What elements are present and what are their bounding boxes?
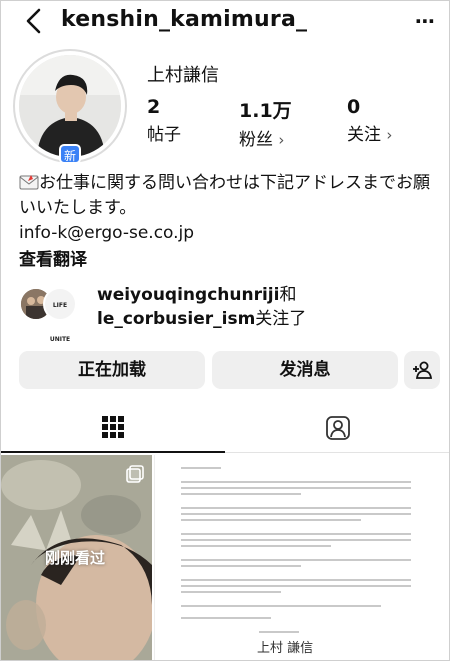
letter-line [181, 487, 411, 489]
grid-icon [102, 416, 124, 438]
following-count: 0 [347, 96, 361, 118]
top-bar: kenshin_kamimura_ ⋯ [1, 1, 449, 41]
letter-line [181, 493, 301, 495]
letter-line [181, 513, 411, 515]
profile-avatar[interactable] [19, 55, 121, 157]
letter-line [181, 591, 281, 593]
followers-count: 1.1万 [239, 100, 292, 122]
mutual-follower-avatar-2: LIFE UNITE [43, 287, 77, 343]
just-viewed-label: 刚刚看过 [45, 549, 106, 567]
letter-line [181, 481, 411, 483]
tagged-person-icon [326, 416, 350, 440]
message-button[interactable]: 发消息 [212, 351, 398, 389]
letter-line [181, 617, 271, 619]
letter-line [181, 579, 411, 581]
profile-tabs [1, 401, 449, 453]
following-chevron-icon: › [386, 126, 393, 144]
posts-label: 帖子 [147, 125, 181, 145]
letter-line [181, 467, 221, 469]
letter-line [181, 545, 331, 547]
post-thumbnail-1[interactable]: 刚刚看过 [1, 455, 152, 660]
letter-line [181, 533, 411, 535]
add-user-icon [413, 361, 433, 379]
post-thumbnail-2[interactable]: 上村 謙信 [154, 455, 449, 660]
follow-button[interactable]: 正在加载 [19, 351, 205, 389]
letter-line [181, 539, 411, 541]
letter-line [181, 507, 411, 509]
back-chevron-icon[interactable] [23, 7, 47, 35]
tab-tagged[interactable] [225, 401, 449, 453]
letter-line [181, 565, 301, 567]
letter-line [181, 585, 411, 587]
display-name: 上村謙信 [147, 65, 219, 86]
mutual-follower-1[interactable]: weiyouqingchunriji [97, 285, 279, 305]
posts-count: 2 [147, 96, 161, 118]
more-options-icon[interactable]: ⋯ [415, 9, 435, 33]
followed-by-joiner: 和 [279, 285, 297, 305]
new-story-badge: 新 [59, 144, 81, 164]
letter-line [259, 631, 299, 633]
letter-line [181, 519, 361, 521]
profile-username: kenshin_kamimura_ [61, 7, 308, 32]
posts-stat[interactable]: 2 帖子 [147, 96, 181, 145]
letter-signature: 上村 謙信 [257, 641, 314, 656]
bio-email-link[interactable]: info-k@ergo-se.co.jp [19, 223, 194, 243]
see-translation-link[interactable]: 查看翻译 [19, 245, 87, 270]
suggested-users-button[interactable] [404, 351, 440, 389]
tab-posts-grid[interactable] [1, 401, 225, 453]
followers-stat[interactable]: 1.1万 粉丝 › [239, 96, 292, 150]
bio-text: お仕事に関する問い合わせは下記アドレスまでお願いいたします。 [19, 173, 430, 218]
followed-by-suffix: 关注了 [255, 309, 307, 329]
multi-photo-icon [126, 465, 144, 483]
followed-by-text: weiyouqingchunriji和 le_corbusier_ism关注了 [97, 283, 427, 331]
mutual-follower-2[interactable]: le_corbusier_ism [97, 309, 255, 329]
letter-line [181, 605, 381, 607]
followers-chevron-icon: › [278, 131, 285, 149]
following-label: 关注 [347, 125, 381, 145]
envelope-icon [19, 175, 39, 190]
letter-line [181, 559, 411, 561]
profile-bio: お仕事に関する問い合わせは下記アドレスまでお願いいたします。 info-k@er… [19, 171, 439, 246]
followers-label: 粉丝 [239, 130, 273, 150]
avatar-image-icon [19, 55, 121, 157]
following-stat[interactable]: 0 关注 › [347, 96, 392, 145]
